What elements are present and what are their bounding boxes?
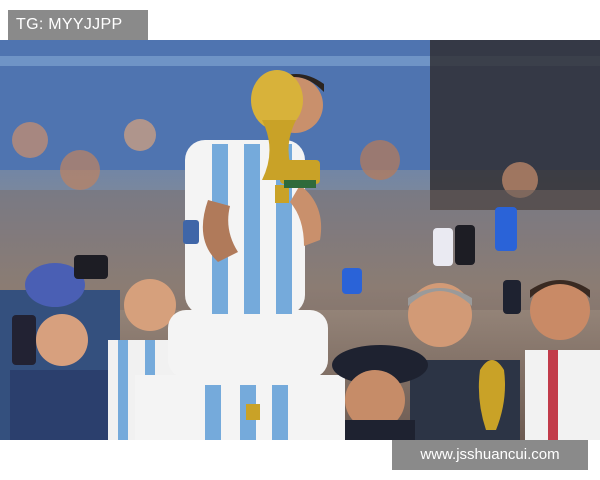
tg-watermark: TG: MYYJJPP	[8, 10, 148, 40]
fan-right-young	[525, 280, 600, 440]
photo-illustration	[0, 40, 600, 440]
phone-left	[12, 315, 36, 365]
celebration-photo	[0, 40, 600, 440]
site-watermark: www.jsshuancui.com	[392, 440, 588, 470]
